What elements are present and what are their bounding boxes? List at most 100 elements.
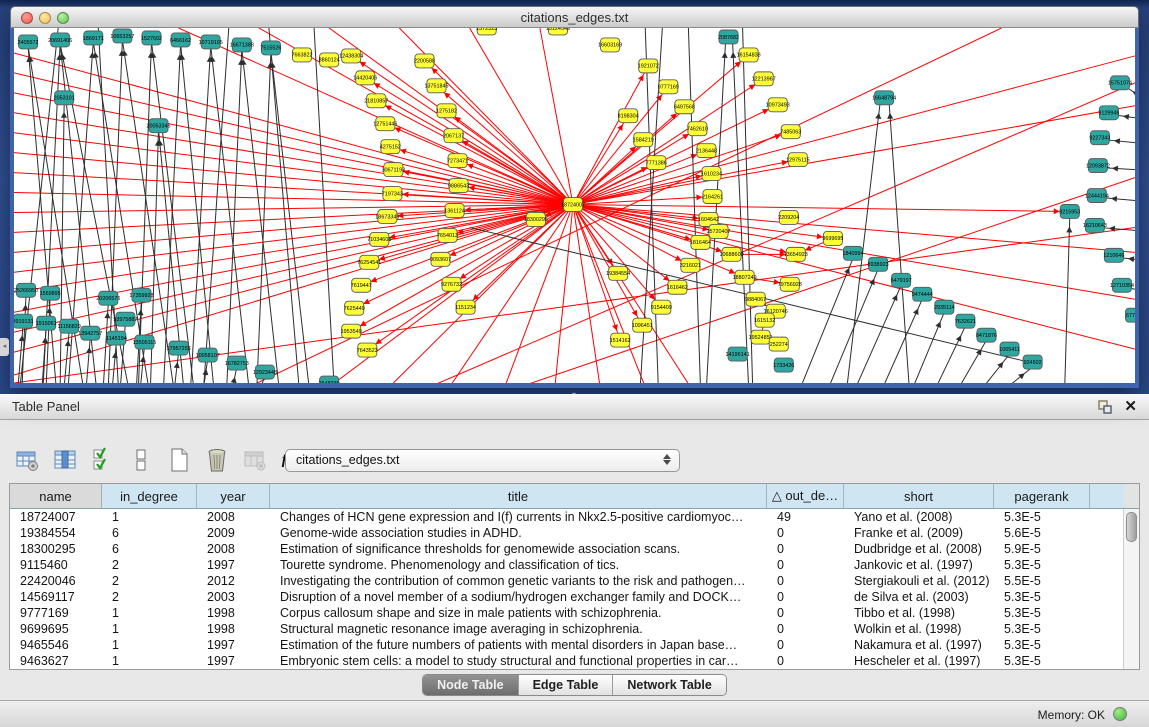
network-node[interactable]: 677102 [1125,308,1135,322]
network-node[interactable]: 1065411 [999,342,1020,356]
network-node[interactable]: 2648339 [319,376,340,383]
network-node[interactable]: 14196141 [726,347,750,361]
network-node[interactable]: 2136448 [696,144,717,158]
network-node[interactable]: 93975887 [113,312,137,326]
network-node[interactable]: 7273471 [447,154,468,168]
network-node[interactable]: 13942757 [78,326,102,340]
network-node[interactable]: 2200588 [414,54,435,68]
network-node[interactable]: 2067137 [443,129,464,143]
network-node[interactable]: 8938923 [868,257,889,271]
network-canvas[interactable]: 2405572206914061869171106532571527602646… [14,28,1135,383]
network-node[interactable]: 71034608 [367,232,391,246]
network-node[interactable]: 2935114 [934,300,955,314]
network-node[interactable]: 1610234 [701,167,722,181]
tab-network-table[interactable]: Network Table [612,675,726,695]
network-node[interactable]: 12751446 [373,117,397,131]
network-node[interactable]: 1151234 [455,300,476,314]
network-node[interactable]: 10688609 [720,247,744,261]
network-node[interactable]: 12093872 [1086,159,1110,173]
network-node[interactable]: 20206576 [96,291,120,305]
network-node[interactable]: 10653257 [110,29,134,43]
column-header-in_degree[interactable]: in_degree [102,484,197,509]
network-node[interactable]: 9474444 [912,287,933,301]
network-node[interactable]: 12438304 [339,49,363,63]
network-node[interactable]: 7462610 [687,122,708,136]
network-node[interactable]: 6479197 [891,273,912,287]
network-node[interactable]: 18673349 [375,209,399,223]
network-node[interactable]: 1915061 [36,316,57,330]
table-row[interactable]: 2242004622012Investigating the contribut… [10,573,1124,589]
network-node[interactable]: 2053101 [54,91,75,105]
network-node[interactable]: 79756928 [778,277,802,291]
network-node[interactable]: 19384554 [606,266,630,280]
network-node[interactable]: 252274 [769,337,788,351]
network-node[interactable]: 3919131 [14,314,34,328]
network-node[interactable]: 9886543 [448,179,469,193]
network-node[interactable]: 8860124 [319,53,340,67]
network-node[interactable]: 18300295 [524,212,548,226]
network-node[interactable]: 18724007 [561,198,585,212]
network-node[interactable]: 7663822 [291,48,312,62]
network-node[interactable]: 16603169 [598,38,622,52]
network-node[interactable]: 76254541 [357,255,381,269]
network-node[interactable]: 30671193 [382,163,406,177]
column-header-short[interactable]: short [844,484,994,509]
select-rows-icon[interactable] [90,446,116,474]
network-node[interactable]: 10958107 [196,348,220,362]
network-node[interactable]: 25266950 [14,283,38,297]
network-node[interactable]: 9154409 [651,300,672,314]
network-node[interactable]: 12444194 [1085,189,1109,203]
network-node[interactable]: 9777169 [658,80,679,94]
network-node[interactable]: 9129946 [1098,106,1119,120]
table-row[interactable]: 969969511998Structural magnetic resonanc… [10,621,1124,637]
table-row[interactable]: 1456911722003Disruption of a novel membe… [10,589,1124,605]
network-node[interactable]: 1584219 [633,133,654,147]
network-node[interactable]: 1145194 [106,331,127,345]
network-node[interactable]: 18807249 [733,270,757,284]
close-panel-icon[interactable]: ✕ [1124,397,1137,415]
network-node[interactable]: 924502 [1023,355,1042,369]
table-vertical-scrollbar[interactable] [1123,509,1139,669]
network-node[interactable]: 15124549 [546,28,570,35]
network-node[interactable]: 15751074 [1108,76,1132,90]
network-node[interactable]: 16154838 [737,48,761,62]
network-node[interactable]: 6466162 [170,33,191,47]
network-node[interactable]: 4275152 [380,140,401,154]
network-node[interactable]: 7619447 [351,278,372,292]
network-node[interactable]: 12710354 [1110,278,1134,292]
network-node[interactable]: 8471876 [976,328,997,342]
network-node[interactable]: 1527602 [141,31,162,45]
network-node[interactable]: 15720407 [706,224,730,238]
network-node[interactable]: 2164261 [702,190,723,204]
panel-collapse-handle[interactable]: ◂ [0,338,9,356]
network-node[interactable]: 10719195 [199,35,223,49]
network-node[interactable]: 2405572 [18,35,39,49]
network-node[interactable]: 7625449 [344,301,365,315]
network-node[interactable]: 7197343 [382,187,403,201]
network-node[interactable]: 9227343 [1089,131,1110,145]
network-node[interactable]: 17957253 [167,341,191,355]
network-node[interactable]: 1921072 [638,59,659,73]
table-row[interactable]: 946554611997Estimation of the future num… [10,637,1124,653]
trash-icon[interactable] [204,446,230,474]
network-node[interactable]: 3215953 [1059,205,1080,219]
tab-edge-table[interactable]: Edge Table [518,675,613,695]
network-node[interactable]: 7771386 [646,156,667,170]
network-node[interactable]: 1514162 [610,333,631,347]
network-node[interactable]: 3216021 [680,258,701,272]
network-node[interactable]: 1210646 [1103,248,1124,262]
network-node[interactable]: 12975115 [786,153,810,167]
network-node[interactable]: 1361124 [444,204,465,218]
network-node[interactable]: 9276732 [441,277,462,291]
network-node[interactable]: 1869171 [83,31,104,45]
network-node[interactable]: 14420406 [353,71,377,85]
network-node[interactable]: 1096451 [632,318,653,332]
table-row[interactable]: 1938455462009Genome-wide association stu… [10,525,1124,541]
network-node[interactable]: 20053346 [146,119,170,133]
network-node[interactable]: 1569895 [40,286,61,300]
network-view[interactable]: 2405572206914061869171106532571527602646… [10,28,1139,388]
network-node[interactable]: 12213967 [752,72,776,86]
network-node[interactable]: 16782753 [225,356,249,370]
table-selector-dropdown[interactable]: citations_edges.txt [285,449,680,472]
table-row[interactable]: 911546021997Tourette syndrome. Phenomeno… [10,557,1124,573]
